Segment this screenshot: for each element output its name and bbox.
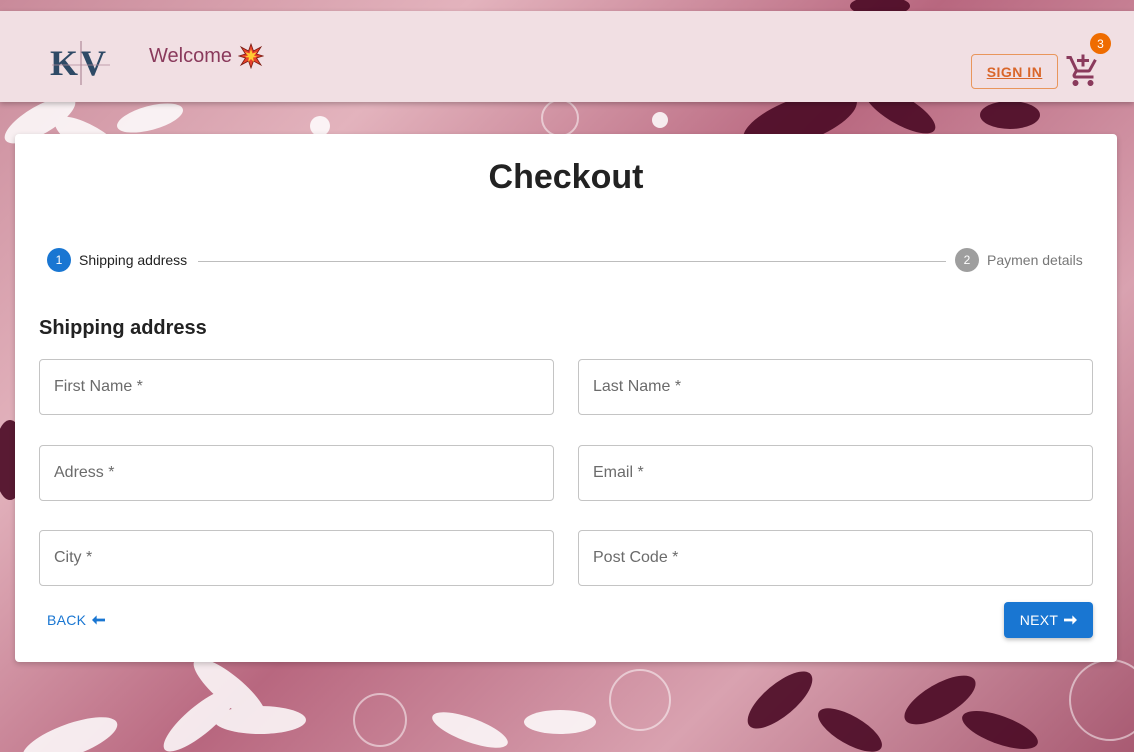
checkout-card: Checkout 1 Shipping address 2 Paymen det… xyxy=(15,134,1117,662)
page-title: Checkout xyxy=(488,158,644,196)
step-label: Shipping address xyxy=(79,252,188,268)
sign-in-button[interactable]: SIGN IN xyxy=(971,54,1058,89)
svg-text:V: V xyxy=(80,43,106,83)
svg-text:K: K xyxy=(50,43,78,83)
arrow-left-icon xyxy=(92,612,106,628)
kv-logo[interactable]: K V xyxy=(48,41,114,87)
welcome-message: Welcome xyxy=(149,42,265,70)
back-button[interactable]: BACK xyxy=(39,604,113,636)
first-name-field[interactable] xyxy=(39,359,554,415)
next-button[interactable]: NEXT xyxy=(1004,602,1093,638)
stepper-connector xyxy=(198,261,946,262)
last-name-field[interactable] xyxy=(578,359,1093,415)
arrow-right-icon xyxy=(1064,612,1078,628)
city-field[interactable] xyxy=(39,530,554,586)
step-number: 1 xyxy=(47,248,71,272)
next-label: NEXT xyxy=(1019,612,1059,628)
app-bar: K V Welcome SIGN IN 3 xyxy=(0,11,1134,102)
collision-icon xyxy=(237,42,265,70)
step-number: 2 xyxy=(955,248,979,272)
step-shipping-address: 1 Shipping address xyxy=(47,248,187,272)
post-code-field[interactable] xyxy=(578,530,1093,586)
back-label: BACK xyxy=(47,612,87,628)
email-field[interactable] xyxy=(578,445,1093,501)
step-label: Paymen details xyxy=(987,252,1083,268)
cart-count-badge: 3 xyxy=(1090,33,1111,54)
step-payment-details: 2 Paymen details xyxy=(955,248,1083,272)
add-shopping-cart-icon[interactable] xyxy=(1065,53,1101,89)
section-title: Shipping address xyxy=(39,317,207,339)
address-field[interactable] xyxy=(39,445,554,501)
welcome-text: Welcome xyxy=(149,44,232,67)
